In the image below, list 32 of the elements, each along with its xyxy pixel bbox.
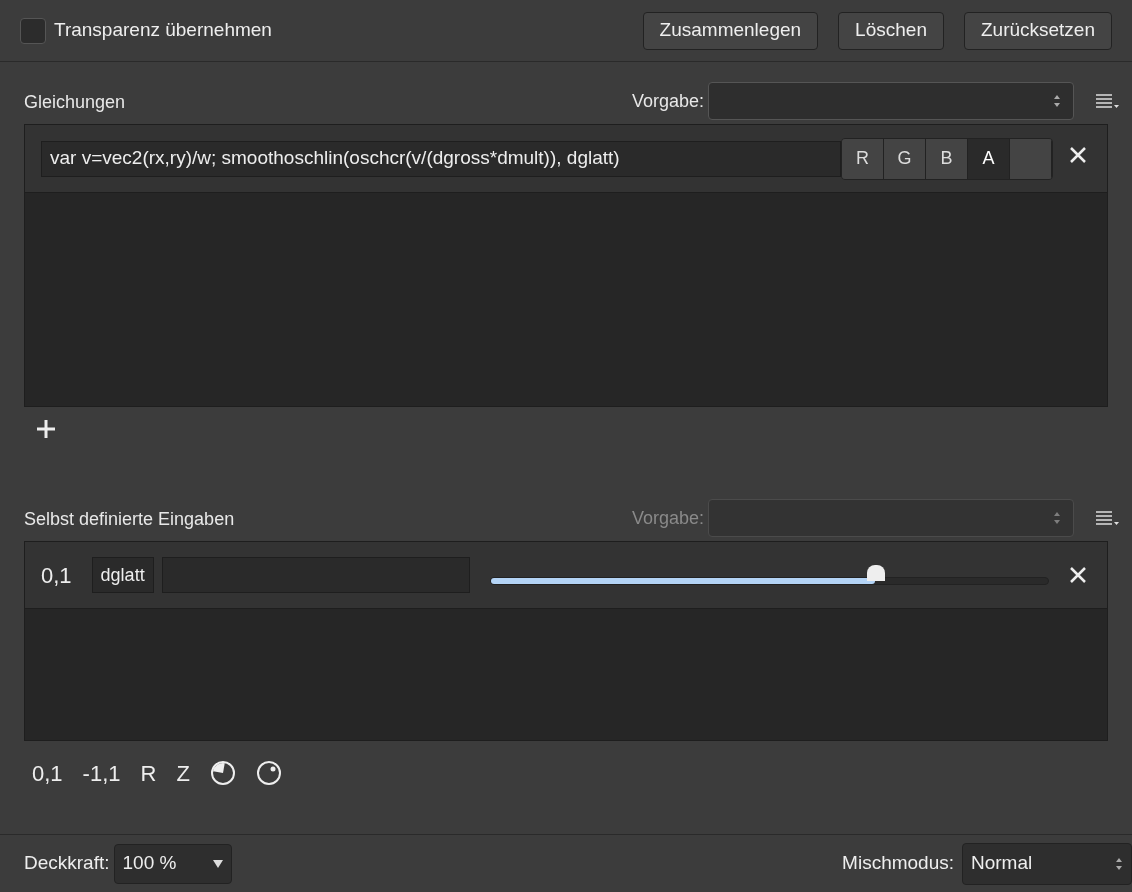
- section-title: Selbst definierte Eingaben: [24, 508, 235, 531]
- checkbox-label: Transparenz übernehmen: [54, 18, 272, 43]
- input-type-button[interactable]: -1,1: [82, 756, 121, 790]
- name-field[interactable]: dglatt: [91, 557, 154, 593]
- slider-thumb[interactable]: [866, 565, 885, 581]
- action-button[interactable]: Zusammenlegen: [642, 11, 819, 50]
- checkbox[interactable]: [20, 17, 46, 44]
- blend-mode-dropdown[interactable]: Normal: [962, 842, 1132, 885]
- slider[interactable]: [489, 565, 1049, 585]
- opacity-label: Deckkraft:: [24, 851, 110, 876]
- preset-label: Vorgabe:: [631, 506, 704, 530]
- opacity-dropdown[interactable]: 100 %: [113, 843, 232, 884]
- add-icon[interactable]: [36, 419, 56, 439]
- channel-toggle[interactable]: G: [884, 138, 926, 179]
- input-type-button[interactable]: 0,1: [32, 756, 63, 790]
- caret-icon: [212, 859, 223, 868]
- channel-toggle[interactable]: A: [968, 138, 1010, 179]
- input-type-button[interactable]: Z: [176, 756, 190, 790]
- blend-mode-label: Mischmodus:: [842, 851, 954, 876]
- stepper-icon: [1053, 510, 1061, 526]
- input-type-button[interactable]: R: [140, 756, 157, 790]
- section-title: Gleichungen: [24, 91, 126, 114]
- action-button[interactable]: Zurücksetzen: [963, 11, 1112, 50]
- formula-field[interactable]: var v=vec2(rx,ry)/w; smoothoschlin(oschcr(v/(dgross*dmult)), dglatt): [41, 140, 841, 177]
- channel-toggle[interactable]: R: [842, 138, 884, 179]
- preset-label: Vorgabe:: [631, 89, 704, 113]
- list-menu-icon[interactable]: [1094, 509, 1120, 527]
- channel-toggle[interactable]: B: [926, 138, 968, 179]
- action-button[interactable]: Löschen: [838, 11, 944, 50]
- list-menu-icon[interactable]: [1094, 92, 1120, 110]
- value-label: 0,1: [41, 561, 73, 590]
- stepper-icon: [1053, 93, 1061, 109]
